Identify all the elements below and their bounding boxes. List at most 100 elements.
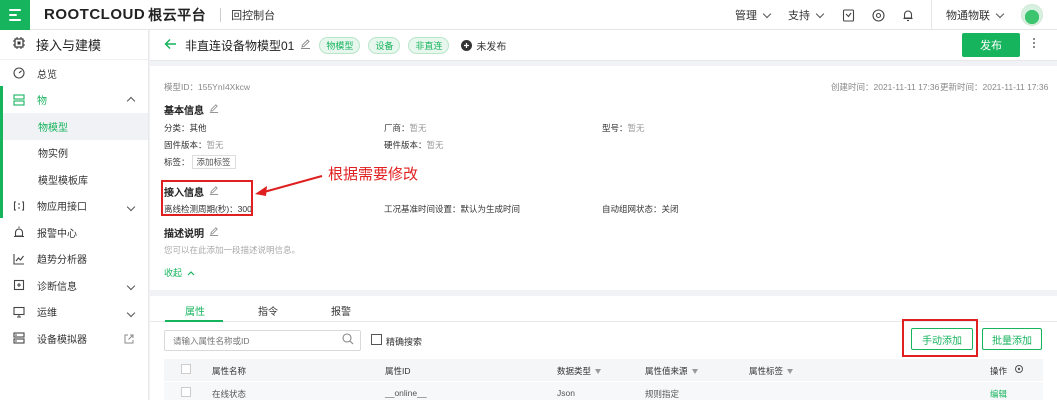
- back-arrow-icon[interactable]: [164, 37, 177, 53]
- table-row[interactable]: 在线状态 __online__ Json 规则指定 编辑: [164, 382, 1043, 400]
- tab-commands[interactable]: 指令: [258, 303, 278, 318]
- document-icon[interactable]: [841, 8, 855, 22]
- chevron-up-icon: [126, 96, 136, 107]
- sidebar-item-label: 诊断信息: [37, 281, 77, 293]
- dashboard-icon: [12, 66, 26, 80]
- category-field: 分类：其他: [164, 123, 207, 133]
- tags-field: 标签： 添加标签: [164, 155, 236, 169]
- model-value: 暂无: [627, 123, 645, 133]
- sidebar-header: 接入与建模: [0, 30, 148, 60]
- updated-time: 更新时间：2021-11-11 17:36: [940, 82, 1049, 92]
- trend-icon: [12, 252, 26, 266]
- unpublished-icon: [461, 39, 473, 51]
- tab-alarms[interactable]: 报警: [331, 303, 351, 318]
- logo-cn: 根云平台: [148, 6, 207, 23]
- tags-label: 标签：: [164, 157, 190, 167]
- tab-indicator: [165, 320, 223, 322]
- select-all-checkbox[interactable]: [181, 364, 191, 374]
- column-header: 属性ID: [385, 366, 411, 376]
- tab-properties[interactable]: 属性: [185, 303, 205, 318]
- model-label: 型号：: [602, 123, 628, 133]
- basic-info-title: 基本信息: [164, 102, 219, 117]
- sidebar-item-ops[interactable]: 运维: [0, 299, 148, 326]
- menu-icon[interactable]: [0, 0, 30, 30]
- sidebar-item-things[interactable]: 物: [0, 87, 148, 114]
- manage-menu[interactable]: 管理: [735, 7, 772, 23]
- help-icon[interactable]: [871, 8, 885, 22]
- support-menu[interactable]: 支持: [788, 7, 825, 23]
- filter-icon[interactable]: [691, 369, 698, 375]
- description-title: 描述说明: [164, 225, 219, 240]
- filter-icon[interactable]: [787, 369, 794, 375]
- manage-label: 管理: [735, 10, 757, 22]
- model-number-field: 型号：暂无: [602, 122, 645, 134]
- sidebar-item-overview[interactable]: 总览: [0, 60, 148, 87]
- org-name: 物通物联: [946, 10, 990, 22]
- sidebar-item-diagnose[interactable]: 诊断信息: [0, 272, 148, 299]
- sidebar-header-label: 接入与建模: [36, 38, 102, 53]
- diagnose-icon: [12, 278, 26, 292]
- collapse-link[interactable]: 收起: [164, 266, 195, 279]
- column-header-datatype: 数据类型: [557, 365, 602, 377]
- chevron-up-icon: [187, 268, 195, 278]
- chip-icon: [12, 36, 26, 53]
- vendor-value: 暂无: [409, 123, 427, 133]
- time-setting-field: 工况基准时间设置：默认为生成时间: [384, 204, 521, 214]
- avatar[interactable]: [1021, 4, 1043, 26]
- publish-button[interactable]: 发布: [962, 33, 1020, 57]
- chevron-down-icon: [125, 308, 136, 319]
- sidebar-item-label: 物应用接口: [37, 202, 87, 214]
- search-input[interactable]: [164, 330, 361, 351]
- exact-search-checkbox[interactable]: [371, 334, 382, 345]
- section-label: 基本信息: [164, 106, 204, 117]
- cell-type: Json: [557, 388, 575, 398]
- filter-icon[interactable]: [595, 369, 602, 375]
- logo[interactable]: ROOTCLOUD 根云平台: [44, 5, 206, 25]
- sidebar: 接入与建模 总览 物 物模型 物实例 模型模板库 物应用接口 报警中心 趋势分析…: [0, 30, 149, 400]
- support-label: 支持: [788, 10, 810, 22]
- search-icon[interactable]: [342, 333, 354, 348]
- more-icon[interactable]: [1033, 38, 1037, 48]
- divider: [931, 0, 932, 30]
- column-header: 属性名称: [212, 366, 247, 376]
- sidebar-sub-thing-instance[interactable]: 物实例: [0, 140, 148, 167]
- add-tag-button[interactable]: 添加标签: [191, 155, 236, 169]
- cell-name: 在线状态: [212, 389, 247, 399]
- vendor-field: 厂商：暂无: [384, 122, 427, 134]
- console-link[interactable]: 回控制台: [231, 7, 275, 23]
- description-placeholder: 您可以在此添加一段描述说明信息。: [164, 245, 301, 255]
- vendor-label: 厂商：: [384, 123, 410, 133]
- firmware-field: 固件版本：暂无: [164, 139, 224, 151]
- sidebar-item-api[interactable]: 物应用接口: [0, 193, 148, 220]
- bell-icon[interactable]: [901, 8, 915, 22]
- edit-icon[interactable]: [209, 103, 219, 116]
- sidebar-sub-template-library[interactable]: 模型模板库: [0, 166, 148, 193]
- chevron-down-icon: [125, 281, 136, 292]
- edit-link[interactable]: 编辑: [990, 388, 1007, 400]
- edit-icon[interactable]: [209, 226, 219, 239]
- annotation-text: 根据需要修改: [328, 166, 419, 183]
- sidebar-item-simulator[interactable]: 设备模拟器: [0, 325, 148, 352]
- sidebar-item-label: 运维: [37, 308, 57, 320]
- column-header-tag: 属性标签: [749, 365, 794, 377]
- top-bar: ROOTCLOUD 根云平台 回控制台 管理 支持 物通物联: [0, 0, 1057, 30]
- row-checkbox[interactable]: [181, 387, 191, 397]
- batch-add-button[interactable]: 批量添加: [982, 328, 1042, 350]
- cell-id: __online__: [385, 388, 427, 398]
- sidebar-sub-thing-model[interactable]: 物模型: [0, 113, 148, 140]
- tag-thing-model: 物模型: [319, 36, 361, 54]
- annotation-box: [161, 180, 253, 216]
- table-header: 属性名称 属性ID 数据类型 属性值来源 属性标签 操作: [164, 359, 1043, 381]
- sidebar-item-trend[interactable]: 趋势分析器: [0, 246, 148, 273]
- org-menu[interactable]: 物通物联: [946, 7, 1005, 23]
- model-id: 模型ID：155YnI4Xkcw: [164, 82, 250, 92]
- divider: [220, 7, 222, 22]
- column-header-source: 属性值来源: [645, 365, 698, 377]
- sidebar-item-alarm[interactable]: 报警中心: [0, 219, 148, 246]
- chevron-down-icon: [125, 202, 136, 213]
- settings-icon[interactable]: [1014, 364, 1024, 376]
- chevron-down-icon: [815, 9, 825, 18]
- things-icon: [12, 93, 26, 107]
- exact-search-label: 精确搜索: [386, 337, 423, 347]
- edit-icon[interactable]: [300, 38, 311, 52]
